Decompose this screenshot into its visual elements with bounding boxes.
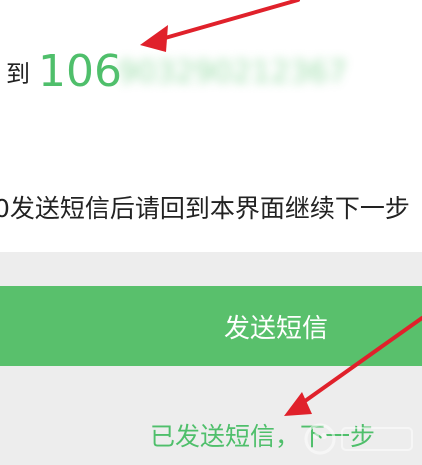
- sms-info-panel: 到 106 90329021236​7 0发送短信后请回到本界面继续下一步: [0, 0, 422, 252]
- instruction-text: 0发送短信后请回到本界面继续下一步: [0, 194, 410, 223]
- sms-number-prefix: 106: [38, 46, 122, 97]
- send-sms-button[interactable]: 发送短信: [0, 286, 422, 366]
- to-label: 到: [6, 60, 30, 88]
- sms-number-blurred: 90329021236​7: [118, 55, 348, 90]
- watermark-logo-icon: [304, 423, 413, 455]
